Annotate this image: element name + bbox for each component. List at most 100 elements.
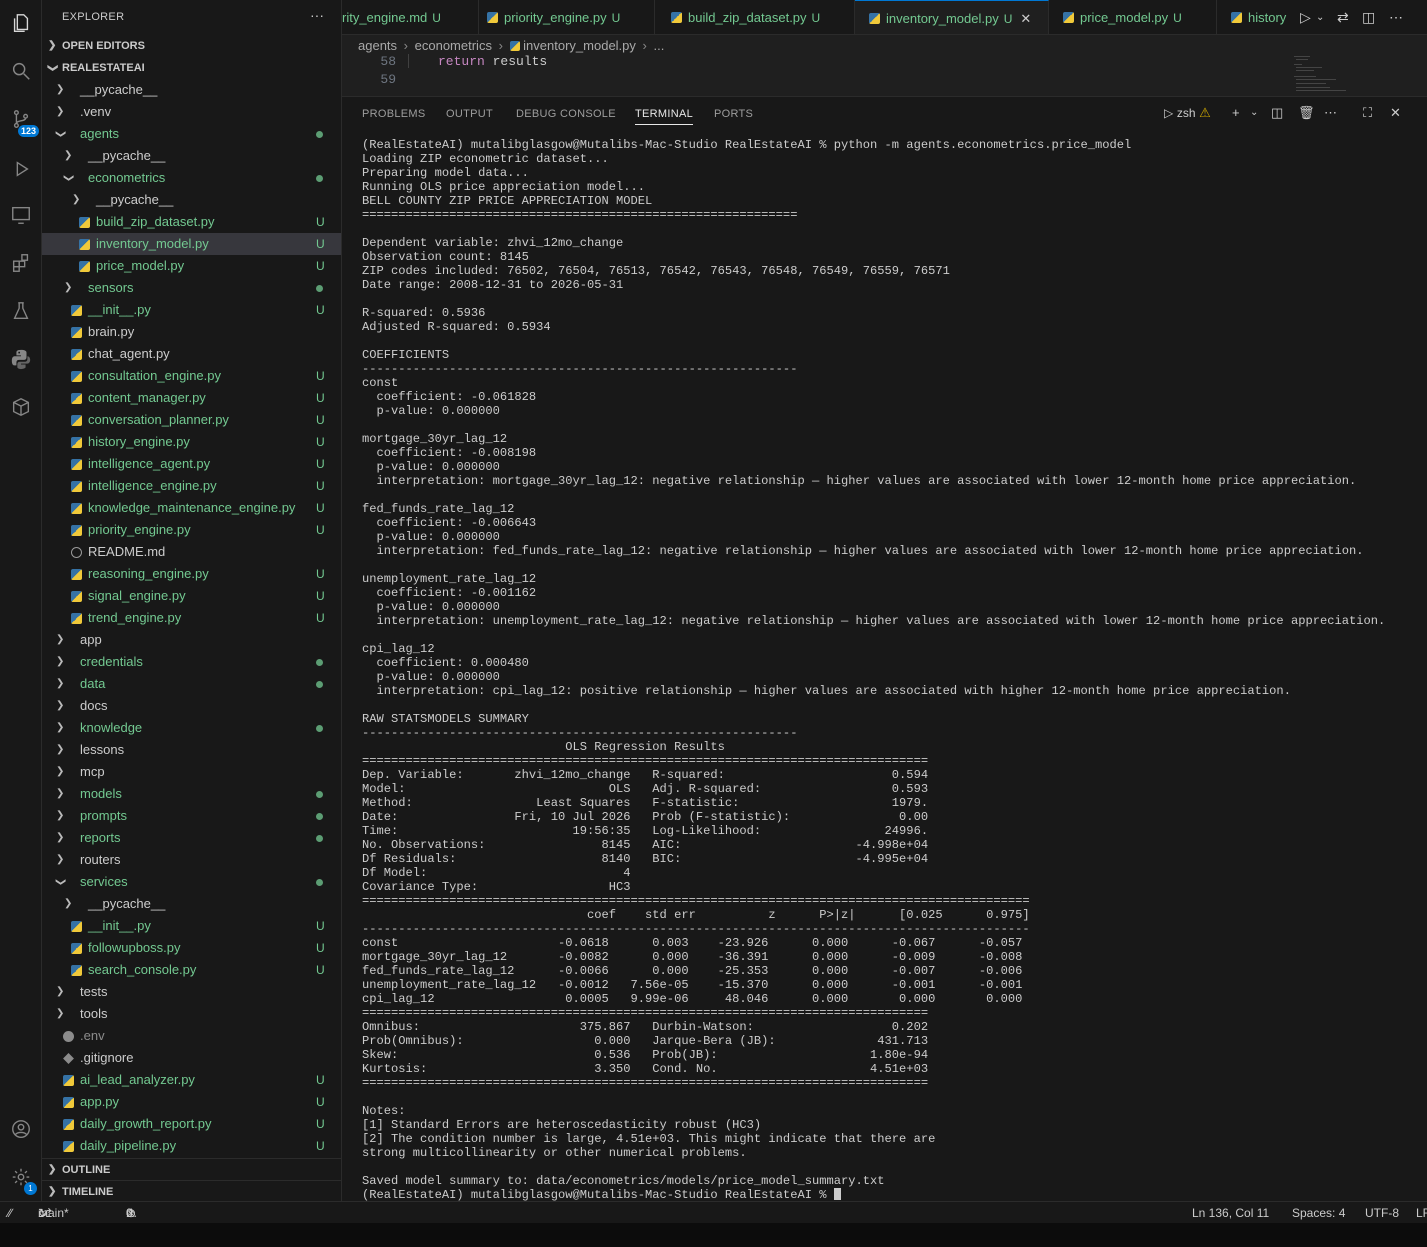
tree-item[interactable]: __init__.py U: [42, 299, 341, 321]
tab-ports[interactable]: PORTS: [714, 108, 753, 120]
tab-price-model[interactable]: price_model.py U: [1049, 0, 1217, 34]
tree-item[interactable]: ❯ __pycache__: [42, 79, 341, 101]
tree-item[interactable]: __init__.py U: [42, 915, 341, 937]
tree-item[interactable]: app.py U: [42, 1091, 341, 1113]
tree-item[interactable]: ❯ .venv: [42, 101, 341, 123]
tree-item[interactable]: followupboss.py U: [42, 937, 341, 959]
outline-section[interactable]: ❯ OUTLINE: [42, 1158, 341, 1180]
timeline-section[interactable]: ❯ TIMELINE: [42, 1180, 341, 1201]
tree-item[interactable]: ❯ __pycache__: [42, 893, 341, 915]
close-icon[interactable]: ✕: [1020, 11, 1031, 26]
cursor-position[interactable]: Ln 136, Col 11: [1192, 1202, 1269, 1224]
tree-item[interactable]: ❯ docs: [42, 695, 341, 717]
manage-gear-icon[interactable]: 1: [6, 1162, 37, 1195]
tree-item[interactable]: intelligence_agent.py U: [42, 453, 341, 475]
tab-output[interactable]: OUTPUT: [446, 108, 493, 120]
tab-rity-engine-md[interactable]: rity_engine.md U: [342, 0, 479, 34]
breadcrumb-item[interactable]: agents: [358, 38, 397, 53]
terminal-output[interactable]: (RealEstateAI) mutalibglasgow@Mutalibs-M…: [362, 138, 1422, 1202]
compare-changes-icon[interactable]: ⇄: [1337, 0, 1349, 34]
breadcrumb-item[interactable]: ...: [654, 38, 665, 53]
tree-item[interactable]: ❯ tools: [42, 1003, 341, 1025]
breadcrumb-item[interactable]: econometrics: [415, 38, 492, 53]
tree-item[interactable]: intelligence_engine.py U: [42, 475, 341, 497]
remote-icon[interactable]: ∕∕: [8, 1202, 12, 1224]
tree-item[interactable]: ❯ routers: [42, 849, 341, 871]
open-editors-section[interactable]: ❯ OPEN EDITORS: [42, 35, 341, 57]
close-panel-icon[interactable]: ✕: [1390, 105, 1401, 121]
more-actions-icon[interactable]: ⋯: [1324, 105, 1337, 121]
breadcrumb-item[interactable]: inventory_model.py: [523, 38, 636, 53]
tree-item[interactable]: ❯ agents: [42, 123, 341, 145]
tree-item[interactable]: ❯ __pycache__: [42, 145, 341, 167]
tree-item[interactable]: ❯ __pycache__: [42, 189, 341, 211]
trash-icon[interactable]: 🗑: [1298, 105, 1315, 121]
encoding[interactable]: UTF-8: [1365, 1202, 1399, 1224]
tree-item[interactable]: brain.py: [42, 321, 341, 343]
tree-item[interactable]: ❯ mcp: [42, 761, 341, 783]
account-icon[interactable]: [6, 1114, 36, 1144]
tab-build-zip-dataset[interactable]: build_zip_dataset.py U: [655, 0, 855, 34]
tab-history[interactable]: history: [1217, 0, 1297, 34]
run-debug-icon[interactable]: [6, 154, 36, 184]
tree-item[interactable]: reasoning_engine.py U: [42, 563, 341, 585]
indentation[interactable]: Spaces: 4: [1292, 1202, 1345, 1224]
tab-inventory-model[interactable]: inventory_model.py U ✕: [855, 0, 1049, 34]
tree-item[interactable]: build_zip_dataset.py U: [42, 211, 341, 233]
tree-item[interactable]: priority_engine.py U: [42, 519, 341, 541]
tree-item[interactable]: history_engine.py U: [42, 431, 341, 453]
tree-item[interactable]: daily_pipeline.py U: [42, 1135, 341, 1157]
maximize-panel-icon[interactable]: ⛶: [1363, 105, 1372, 121]
tree-item[interactable]: ❯ knowledge: [42, 717, 341, 739]
tree-item[interactable]: ❯ reports: [42, 827, 341, 849]
workspace-root-section[interactable]: ❯ REALESTATEAI: [42, 57, 341, 79]
tree-item[interactable]: ❯ services: [42, 871, 341, 893]
testing-icon[interactable]: [6, 296, 36, 326]
tree-item[interactable]: signal_engine.py U: [42, 585, 341, 607]
tab-priority-engine[interactable]: priority_engine.py U: [479, 0, 655, 34]
more-actions-icon[interactable]: ⋯: [1389, 0, 1403, 34]
tree-item[interactable]: README.md: [42, 541, 341, 563]
tree-item[interactable]: trend_engine.py U: [42, 607, 341, 629]
tree-item[interactable]: ❯ credentials: [42, 651, 341, 673]
tree-item[interactable]: content_manager.py U: [42, 387, 341, 409]
search-icon[interactable]: [6, 56, 36, 86]
source-control-icon[interactable]: 123: [6, 104, 40, 137]
tree-item[interactable]: chat_agent.py: [42, 343, 341, 365]
extensions-icon[interactable]: [6, 248, 36, 278]
python-icon[interactable]: [6, 344, 36, 374]
tab-problems[interactable]: PROBLEMS: [362, 108, 426, 120]
tree-item[interactable]: ❯ prompts: [42, 805, 341, 827]
tree-item[interactable]: ❯ sensors: [42, 277, 341, 299]
containers-icon[interactable]: [6, 392, 36, 422]
tree-item[interactable]: ❯ econometrics: [42, 167, 341, 189]
tree-item[interactable]: knowledge_maintenance_engine.py U: [42, 497, 341, 519]
tree-item[interactable]: ❯ tests: [42, 981, 341, 1003]
tree-item[interactable]: ai_lead_analyzer.py U: [42, 1069, 341, 1091]
split-editor-icon[interactable]: ◫: [1362, 0, 1375, 34]
terminal-shell-selector[interactable]: ▷ zsh ⚠: [1164, 105, 1211, 121]
tree-item[interactable]: ❯ data: [42, 673, 341, 695]
chevron-down-icon[interactable]: ⌄: [1250, 107, 1258, 118]
chevron-down-icon[interactable]: ⌄: [1316, 0, 1324, 34]
tree-item[interactable]: search_console.py U: [42, 959, 341, 981]
code-editor[interactable]: 58 return results 59: [342, 54, 1427, 94]
tree-item[interactable]: conversation_planner.py U: [42, 409, 341, 431]
explorer-more-icon[interactable]: ···: [310, 7, 324, 23]
tree-item[interactable]: ❯ models: [42, 783, 341, 805]
tree-item[interactable]: inventory_model.py U: [42, 233, 341, 255]
minimap[interactable]: [1292, 54, 1392, 94]
tab-terminal[interactable]: TERMINAL: [635, 108, 694, 125]
split-terminal-icon[interactable]: ◫: [1271, 105, 1283, 121]
explorer-icon[interactable]: [6, 8, 36, 38]
run-file-icon[interactable]: ▷: [1300, 0, 1311, 34]
tree-item[interactable]: daily_growth_report.py U: [42, 1113, 341, 1135]
tree-item[interactable]: ❯ app: [42, 629, 341, 651]
tree-item[interactable]: .gitignore: [42, 1047, 341, 1069]
new-terminal-icon[interactable]: +: [1232, 105, 1240, 120]
tree-item[interactable]: ❯ lessons: [42, 739, 341, 761]
end-of-line[interactable]: LF: [1416, 1202, 1427, 1224]
tree-item[interactable]: price_model.py U: [42, 255, 341, 277]
tree-item[interactable]: .env: [42, 1025, 341, 1047]
tab-debug-console[interactable]: DEBUG CONSOLE: [516, 108, 616, 120]
